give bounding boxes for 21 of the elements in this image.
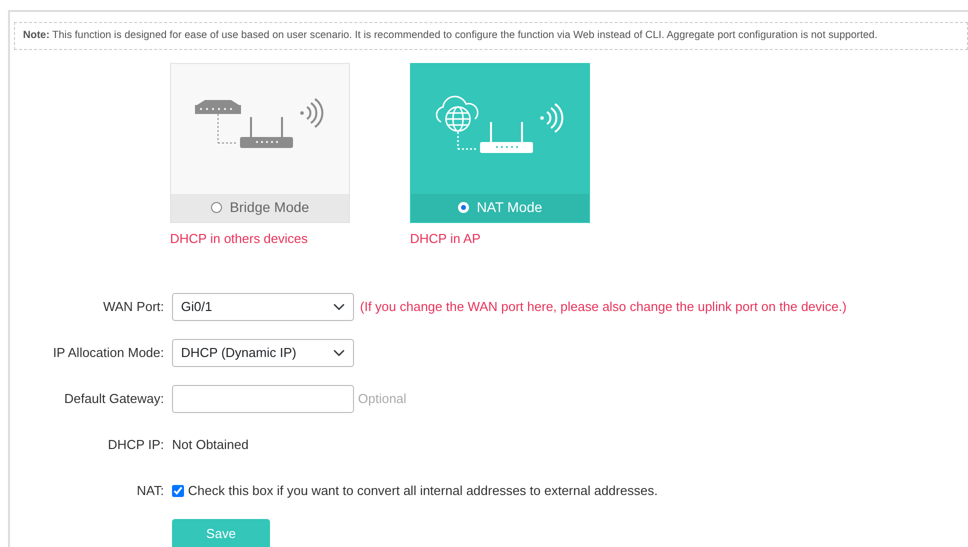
value-text: Not Obtained: [172, 436, 249, 454]
mode-card[interactable]: NAT Mode: [410, 62, 590, 223]
field-label: NAT:: [136, 482, 164, 500]
hint-text: (If you change the WAN port here, please also change the uplink port on the device.): [360, 298, 847, 316]
mode-label: NAT Mode: [476, 198, 542, 218]
mode-card[interactable]: Bridge Mode: [170, 62, 350, 223]
field-label: WAN Port:: [102, 298, 164, 316]
field-label: IP Allocation Mode:: [52, 344, 164, 362]
field-label: DHCP IP:: [106, 436, 164, 454]
dropdown[interactable]: Gi0/1: [172, 293, 354, 322]
input-field[interactable]: [172, 385, 354, 414]
radio-button[interactable]: [210, 202, 222, 214]
checkbox-label: Check this box if you want to convert all internal addresses to external addresses.: [188, 482, 658, 500]
field-label: Default Gateway:: [63, 390, 164, 408]
dropdown[interactable]: DHCP (Dynamic IP): [172, 339, 354, 368]
checkbox[interactable]: [172, 485, 184, 498]
note-text: Note: This function is designed for ease of use based on user scenario. It is recommended to configure the function via Web instead of CLI. Aggregate port configuration is not supported.: [14, 22, 968, 50]
mode-caption: DHCP in others devices: [170, 230, 309, 248]
hint-text: Optional: [358, 390, 406, 408]
mode-caption: DHCP in AP: [410, 230, 482, 248]
mode-label: Bridge Mode: [230, 198, 310, 218]
